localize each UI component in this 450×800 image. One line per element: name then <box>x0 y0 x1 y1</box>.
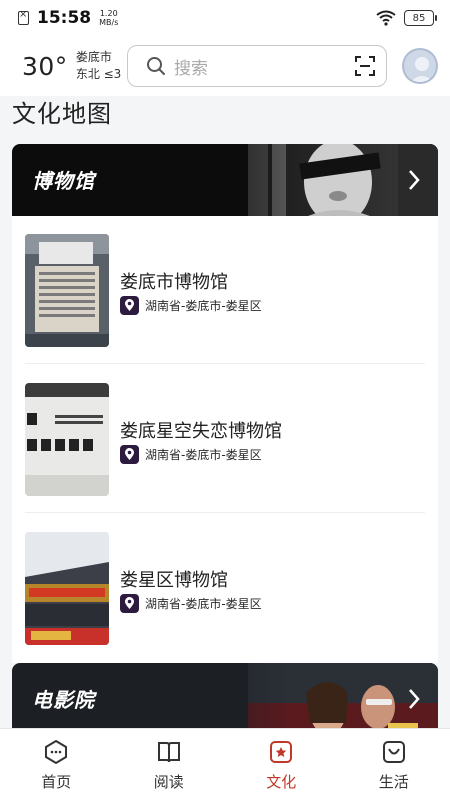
culture-icon <box>270 741 293 763</box>
museum-name: 娄星区博物馆 <box>120 570 228 591</box>
avatar[interactable] <box>402 48 438 84</box>
page-title: 文化地图 <box>12 100 112 128</box>
nav-item-life[interactable]: 生活 <box>338 729 450 800</box>
category-title: 电影院 <box>32 688 95 712</box>
book-icon <box>157 742 180 763</box>
search-placeholder: 搜索 <box>174 58 209 79</box>
weather-city: 娄底市 <box>75 50 112 64</box>
net-speed-value: 1.20 <box>99 9 118 18</box>
nav-label: 首页 <box>41 773 72 791</box>
category-title: 博物馆 <box>32 169 95 193</box>
home-icon <box>45 739 68 765</box>
location-pin-icon <box>120 445 139 464</box>
nav-item-home[interactable]: 首页 <box>0 729 113 800</box>
battery-indicator: 85 <box>404 10 437 26</box>
nav-item-culture[interactable]: 文化 <box>225 729 338 800</box>
list-item[interactable]: 娄底星空失恋博物馆 湖南省-娄底市-娄星区 <box>25 365 425 513</box>
scan-icon[interactable] <box>354 55 376 77</box>
category-banner-museum[interactable]: 博物馆 <box>12 144 438 216</box>
location-row: 湖南省-娄底市-娄星区 <box>120 445 262 464</box>
status-time: 15:58 <box>37 8 92 28</box>
weather-info: 娄底市 东北 ≤3 <box>76 49 125 83</box>
category-banner-cinema[interactable]: 电影院 <box>12 663 438 735</box>
life-icon <box>382 741 405 763</box>
location-text: 湖南省-娄底市-娄星区 <box>145 448 262 462</box>
list-item[interactable]: 娄底市博物馆 湖南省-娄底市-娄星区 <box>25 216 425 364</box>
weather-wind: 东北 ≤3 <box>75 67 122 81</box>
chevron-right-icon <box>409 689 420 709</box>
nav-item-read[interactable]: 阅读 <box>113 729 226 800</box>
wifi-icon <box>376 10 396 26</box>
bottom-nav: 首页 阅读 文化 生活 <box>0 728 450 800</box>
top-header: 30° 娄底市 东北 ≤3 搜索 <box>0 36 450 96</box>
location-text: 湖南省-娄底市-娄星区 <box>145 299 262 313</box>
avatar-user-icon <box>411 57 434 82</box>
nav-label: 阅读 <box>153 773 184 791</box>
net-speed: 1.20 MB/s <box>99 9 118 27</box>
location-pin-icon <box>120 594 139 613</box>
banner-fade <box>168 144 288 216</box>
temperature: 30° <box>22 51 68 81</box>
chevron-right-icon <box>409 170 420 190</box>
list-item[interactable]: 娄星区博物馆 湖南省-娄底市-娄星区 <box>25 514 425 662</box>
museum-thumbnail <box>25 383 109 496</box>
nav-label: 文化 <box>266 773 297 791</box>
museum-thumbnail <box>25 234 109 347</box>
museum-name: 娄底星空失恋博物馆 <box>120 421 282 442</box>
no-sim-icon <box>18 9 29 25</box>
location-row: 湖南省-娄底市-娄星区 <box>120 594 262 613</box>
museum-name: 娄底市博物馆 <box>120 272 228 293</box>
status-bar: 15:58 1.20 MB/s 85 <box>0 0 450 36</box>
search-icon <box>147 57 166 75</box>
location-row: 湖南省-娄底市-娄星区 <box>120 296 262 315</box>
location-pin-icon <box>120 296 139 315</box>
nav-label: 生活 <box>378 773 409 791</box>
museum-thumbnail <box>25 532 109 645</box>
museum-list: 娄底市博物馆 湖南省-娄底市-娄星区 娄底星空失恋博物馆 湖南省-娄底市-娄星区… <box>12 216 438 663</box>
banner-fade <box>168 663 288 735</box>
net-speed-unit: MB/s <box>99 18 119 27</box>
search-bar[interactable]: 搜索 <box>127 45 388 87</box>
location-text: 湖南省-娄底市-娄星区 <box>145 597 262 611</box>
